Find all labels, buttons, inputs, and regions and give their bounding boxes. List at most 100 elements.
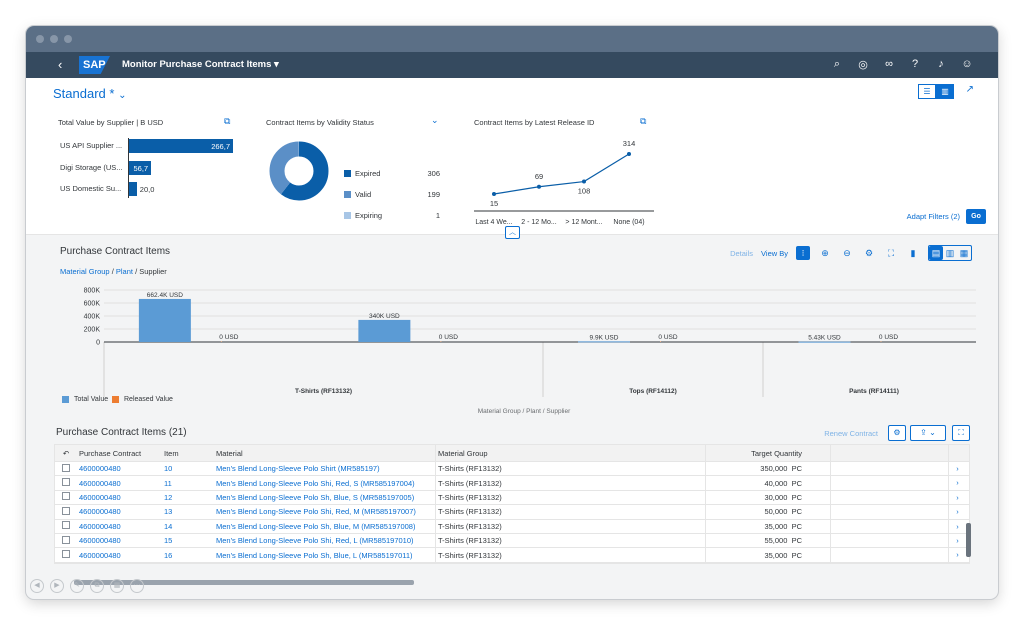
row-checkbox[interactable] — [62, 535, 70, 544]
back-arrow-icon[interactable]: ‹ — [58, 57, 62, 72]
table-row[interactable]: 4600000480 15 Men's Blend Long-Sleeve Polo… — [55, 533, 969, 549]
bar-released-value[interactable] — [440, 341, 442, 343]
copy-icon[interactable]: ⧉ — [90, 579, 104, 593]
breadcrumb-link-plant[interactable]: Plant — [116, 267, 133, 276]
legend-item-total-value[interactable]: Total Value — [62, 396, 108, 403]
drilldown-icon[interactable]: ⁝ — [796, 246, 810, 260]
row-checkbox[interactable] — [62, 506, 70, 515]
window-maximize-dot[interactable] — [64, 35, 72, 43]
previous-icon[interactable]: ◀ — [30, 579, 44, 593]
row-select-cell[interactable] — [55, 463, 77, 474]
cell-purchase-contract[interactable]: 4600000480 — [77, 522, 162, 531]
bar-released-value[interactable] — [880, 341, 882, 343]
cell-material[interactable]: Men's Blend Long-Sleeve Polo Sh, Blue, S… — [214, 493, 435, 502]
vertical-scrollbar[interactable] — [966, 523, 971, 557]
table-row[interactable]: 4600000480 16 Men's Blend Long-Sleeve Polo… — [55, 548, 969, 563]
cell-item[interactable]: 13 — [162, 507, 214, 516]
legend-item-released-value[interactable]: Released Value — [112, 396, 173, 403]
settings-icon[interactable]: ⚙ — [862, 246, 876, 260]
column-header[interactable]: Purchase Contract — [77, 449, 162, 458]
sap-logo[interactable]: SAP — [79, 56, 110, 74]
zoom-in-icon[interactable]: ⊕ — [818, 246, 832, 260]
table-row[interactable]: 4600000480 10 Men's Blend Long-Sleeve Polo… — [55, 462, 969, 477]
row-checkbox[interactable] — [62, 492, 70, 501]
compact-filter-icon[interactable]: ☰ — [918, 84, 936, 99]
column-header[interactable]: Material Group — [435, 445, 705, 461]
line-chart[interactable]: 15 Last 4 We... 69 2 - 12 Mo... 108 > 12 Mont… — [472, 136, 658, 228]
chevron-right-icon[interactable]: › — [948, 533, 966, 548]
cell-material[interactable]: Men's Blend Long-Sleeve Polo Shi, Red, S… — [214, 479, 435, 488]
cell-purchase-contract[interactable]: 4600000480 — [77, 507, 162, 516]
cell-purchase-contract[interactable]: 4600000480 — [77, 464, 162, 473]
renew-contract-button[interactable]: Renew Contract — [824, 429, 878, 438]
row-checkbox[interactable] — [62, 550, 70, 559]
bar-released-value[interactable] — [660, 341, 661, 343]
share-icon[interactable]: ↗ — [966, 84, 974, 95]
cell-material[interactable]: Men's Blend Long-Sleeve Polo Shirt (MR58… — [214, 464, 435, 473]
cell-purchase-contract[interactable]: 4600000480 — [77, 536, 162, 545]
bell-icon[interactable]: ♪ — [934, 58, 948, 71]
table-view-icon[interactable]: ▦ — [957, 246, 971, 260]
column-header[interactable]: Material — [214, 449, 435, 458]
zoom-out-icon[interactable]: ⊖ — [840, 246, 854, 260]
chevron-right-icon[interactable]: › — [948, 462, 966, 476]
go-button[interactable]: Go — [966, 209, 986, 224]
chart-table-view-icon[interactable]: ▤ — [929, 246, 943, 260]
fullscreen-icon[interactable]: ⛶ — [884, 246, 898, 260]
cell-purchase-contract[interactable]: 4600000480 — [77, 493, 162, 502]
app-title-menu[interactable]: Monitor Purchase Contract Items ▾ — [122, 59, 279, 70]
row-select-cell[interactable] — [55, 521, 77, 531]
chevron-right-icon[interactable]: › — [948, 476, 966, 490]
row-select-cell[interactable] — [55, 506, 77, 517]
line-point[interactable] — [537, 184, 541, 189]
search-icon[interactable]: ⌕ — [830, 58, 844, 71]
chart-type-icon[interactable]: ▮ — [906, 246, 920, 260]
table-row[interactable]: 4600000480 14 Men's Blend Long-Sleeve Polo… — [55, 519, 969, 534]
export-menu-button[interactable]: ⇪ ⌄ — [910, 425, 946, 441]
bar-total-value[interactable] — [578, 341, 630, 343]
view-by-button[interactable]: View By — [761, 249, 788, 258]
binoculars-icon[interactable]: ∞ — [882, 58, 896, 71]
table-row[interactable]: 4600000480 13 Men's Blend Long-Sleeve Polo… — [55, 505, 969, 520]
window-close-dot[interactable] — [36, 35, 44, 43]
open-chart-icon[interactable]: ⧉ — [640, 116, 646, 127]
line-point[interactable] — [627, 152, 631, 156]
cell-material[interactable]: Men's Blend Long-Sleeve Polo Shi, Red, L… — [214, 536, 435, 545]
variant-selector[interactable]: Standard * ⌄ — [53, 86, 126, 101]
table-row[interactable]: 4600000480 12 Men's Blend Long-Sleeve Polo… — [55, 490, 969, 506]
cell-item[interactable]: 11 — [162, 479, 214, 488]
fullscreen-icon[interactable]: ⛶ — [952, 425, 970, 441]
row-select-cell[interactable] — [55, 478, 77, 488]
cell-material[interactable]: Men's Blend Long-Sleeve Polo Sh, Blue, L… — [214, 551, 435, 560]
grid-icon[interactable]: ▦ — [110, 579, 124, 593]
adapt-filters-link[interactable]: Adapt Filters (2) — [907, 212, 960, 221]
hbar-bar[interactable]: 56,7 — [129, 161, 152, 175]
table-settings-icon[interactable]: ⚙ — [888, 425, 906, 441]
copilot-icon[interactable]: ◎ — [856, 58, 870, 71]
legend-item-expiring[interactable]: Expiring 1 — [344, 211, 440, 220]
row-checkbox[interactable] — [62, 478, 70, 487]
chevron-right-icon[interactable]: › — [948, 490, 966, 505]
bar-total-value[interactable] — [358, 319, 411, 342]
bar-released-value[interactable] — [220, 341, 222, 343]
chevron-right-icon[interactable]: › — [948, 505, 966, 519]
visual-filter-icon[interactable]: ▥ — [936, 84, 954, 99]
legend-item-valid[interactable]: Valid 199 — [344, 190, 440, 199]
cell-material[interactable]: Men's Blend Long-Sleeve Polo Sh, Blue, M… — [214, 522, 435, 531]
bar-total-value[interactable] — [138, 298, 191, 342]
bar-chart[interactable]: 800K 600K 400K 200K 0 T-Shirts (RF13132) Tops … — [46, 283, 976, 418]
cell-material[interactable]: Men's Blend Long-Sleeve Polo Shi, Red, M… — [214, 507, 435, 516]
chart-view-icon[interactable]: ▥ — [943, 246, 957, 260]
row-select-cell[interactable] — [55, 550, 77, 560]
cell-item[interactable]: 10 — [162, 464, 214, 473]
chevron-right-icon[interactable]: › — [948, 519, 966, 533]
cell-item[interactable]: 16 — [162, 551, 214, 560]
line-point[interactable] — [492, 191, 496, 196]
breadcrumb-link-material-group[interactable]: Material Group — [60, 267, 110, 276]
more-icon[interactable]: ⋯ — [130, 579, 144, 593]
legend-item-expired[interactable]: Expired 306 — [344, 169, 440, 178]
cell-purchase-contract[interactable]: 4600000480 — [77, 479, 162, 488]
cell-item[interactable]: 14 — [162, 522, 214, 531]
column-header[interactable]: Item — [162, 449, 214, 458]
hbar-bar[interactable] — [129, 182, 137, 196]
